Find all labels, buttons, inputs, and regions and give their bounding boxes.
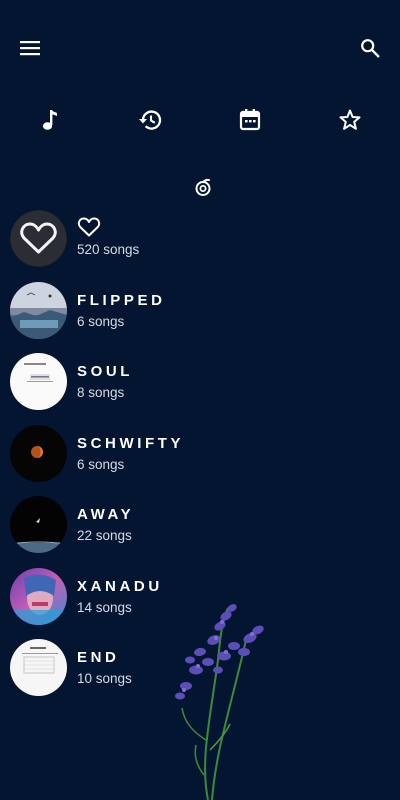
playlist-row-soul[interactable]: SOUL 8 songs: [0, 351, 400, 423]
heart-icon: [77, 217, 101, 237]
playlist-cover: [10, 496, 67, 553]
star-icon: [339, 109, 361, 130]
tab-history[interactable]: [130, 100, 170, 140]
playlist-title: XANADU: [77, 577, 163, 595]
playlist-song-count: 22 songs: [77, 528, 132, 543]
playlist-list: 520 songs FLIPPED 6 songs SOUL 8 songs S…: [0, 208, 400, 709]
menu-button[interactable]: [12, 30, 48, 66]
playlist-cover: [10, 424, 67, 482]
playlist-cover: [10, 639, 67, 696]
playlist-song-count: 10 songs: [77, 671, 132, 686]
search-button[interactable]: [352, 30, 388, 66]
playlist-song-count: 6 songs: [77, 456, 125, 472]
tab-songs[interactable]: [30, 100, 70, 140]
playlist-title: SCHWIFTY: [77, 434, 185, 452]
tab-calendar[interactable]: [230, 100, 270, 140]
playlist-song-count: 520 songs: [77, 242, 140, 257]
app-screen: 520 songs FLIPPED 6 songs SOUL 8 songs S…: [0, 0, 400, 800]
history-icon: [139, 110, 162, 130]
playlist-cover: [10, 353, 67, 410]
playlist-title: AWAY: [77, 506, 135, 523]
tab-bar: [0, 100, 400, 140]
calendar-icon: [239, 109, 261, 131]
playlist-title: END: [77, 649, 120, 666]
playlist-row-schwifty[interactable]: SCHWIFTY 6 songs: [0, 423, 400, 495]
search-icon: [361, 39, 380, 58]
playlist-cover: [10, 567, 67, 625]
sort-button[interactable]: [188, 172, 218, 202]
playlist-title: FLIPPED: [77, 291, 166, 309]
playlist-cover: [10, 210, 67, 267]
sort-icon: [195, 178, 211, 196]
playlist-song-count: 6 songs: [77, 313, 125, 329]
menu-icon: [20, 41, 40, 56]
playlist-row-end[interactable]: END 10 songs: [0, 637, 400, 709]
playlist-title: SOUL: [77, 363, 134, 380]
playlist-row-flipped[interactable]: FLIPPED 6 songs: [0, 280, 400, 352]
playlist-row-xanadu[interactable]: XANADU 14 songs: [0, 566, 400, 638]
playlist-row-away[interactable]: AWAY 22 songs: [0, 494, 400, 566]
playlist-row-favorites[interactable]: 520 songs: [0, 208, 400, 280]
tab-favorites[interactable]: [330, 100, 370, 140]
playlist-song-count: 8 songs: [77, 385, 125, 400]
music-note-icon: [42, 110, 57, 130]
top-bar: [0, 0, 400, 96]
playlist-cover: [10, 281, 67, 339]
playlist-song-count: 14 songs: [77, 599, 132, 615]
